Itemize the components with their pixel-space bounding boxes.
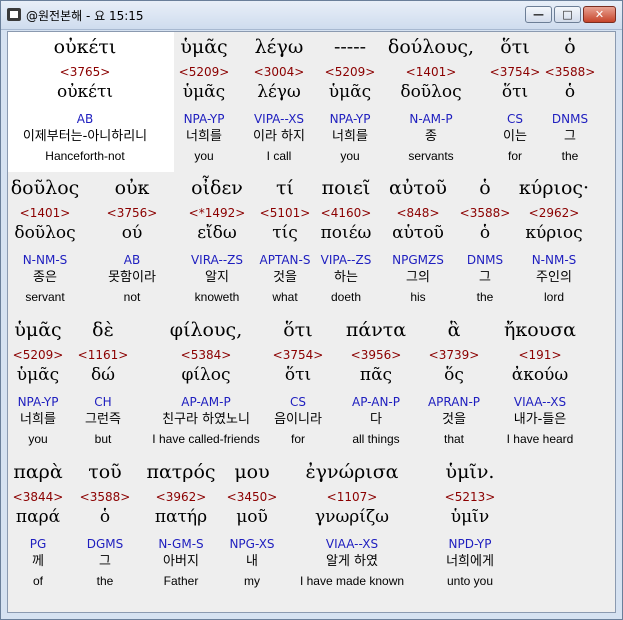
word-kor: 그 [564,129,576,144]
app-icon [7,8,21,21]
maximize-button[interactable]: □ [554,6,581,23]
word-strong[interactable]: <191> [455,347,615,363]
word-eng: the [561,149,579,163]
word-strong[interactable]: <5213> [385,489,555,505]
word-parse: N-NM-S [531,253,577,267]
word-greek[interactable]: κύριος· [469,175,615,201]
word-strong[interactable]: <3588> [485,64,615,80]
window-title: @원전본해 - 요 15:15 [26,9,144,23]
word-kor: 너희에게 [446,554,494,569]
app-window: @원전본해 - 요 15:15 — □ ✕ οὐκέτι <3765> οὐκέτι… [0,0,623,620]
word-lemma: ἀκούω [511,365,569,385]
maximize-icon: □ [562,8,573,21]
word-greek[interactable]: ὑμῖν. [385,459,555,485]
word-lemma: κύριος [525,223,583,243]
word-lemma: ὑμῖν [450,507,490,527]
word-strong[interactable]: <2962> [469,205,615,221]
word-eng: unto you [446,574,494,588]
word-lemma: ὁ [564,82,576,102]
word-eng: I have heard [506,432,574,446]
minimize-icon: — [533,8,544,21]
word-kor: 내가-들은 [513,412,567,427]
word-parse: DNMS [551,112,589,126]
minimize-button[interactable]: — [525,6,552,23]
word-parse: NPD-YP [448,537,492,551]
interlinear-panel: οὐκέτι <3765> οὐκέτι AB 이제부터는-아니하리니 Hancefort… [7,31,616,613]
word-parse: VIAA--XS [513,395,567,409]
word-greek[interactable]: ἤκουσα [455,317,615,343]
word-kor: 주인의 [536,270,572,285]
close-icon: ✕ [594,8,605,21]
close-button[interactable]: ✕ [583,6,616,23]
word-greek[interactable]: ὁ [485,34,615,60]
word-eng: lord [543,290,564,304]
title-bar[interactable]: @원전본해 - 요 15:15 — □ ✕ [1,1,622,30]
